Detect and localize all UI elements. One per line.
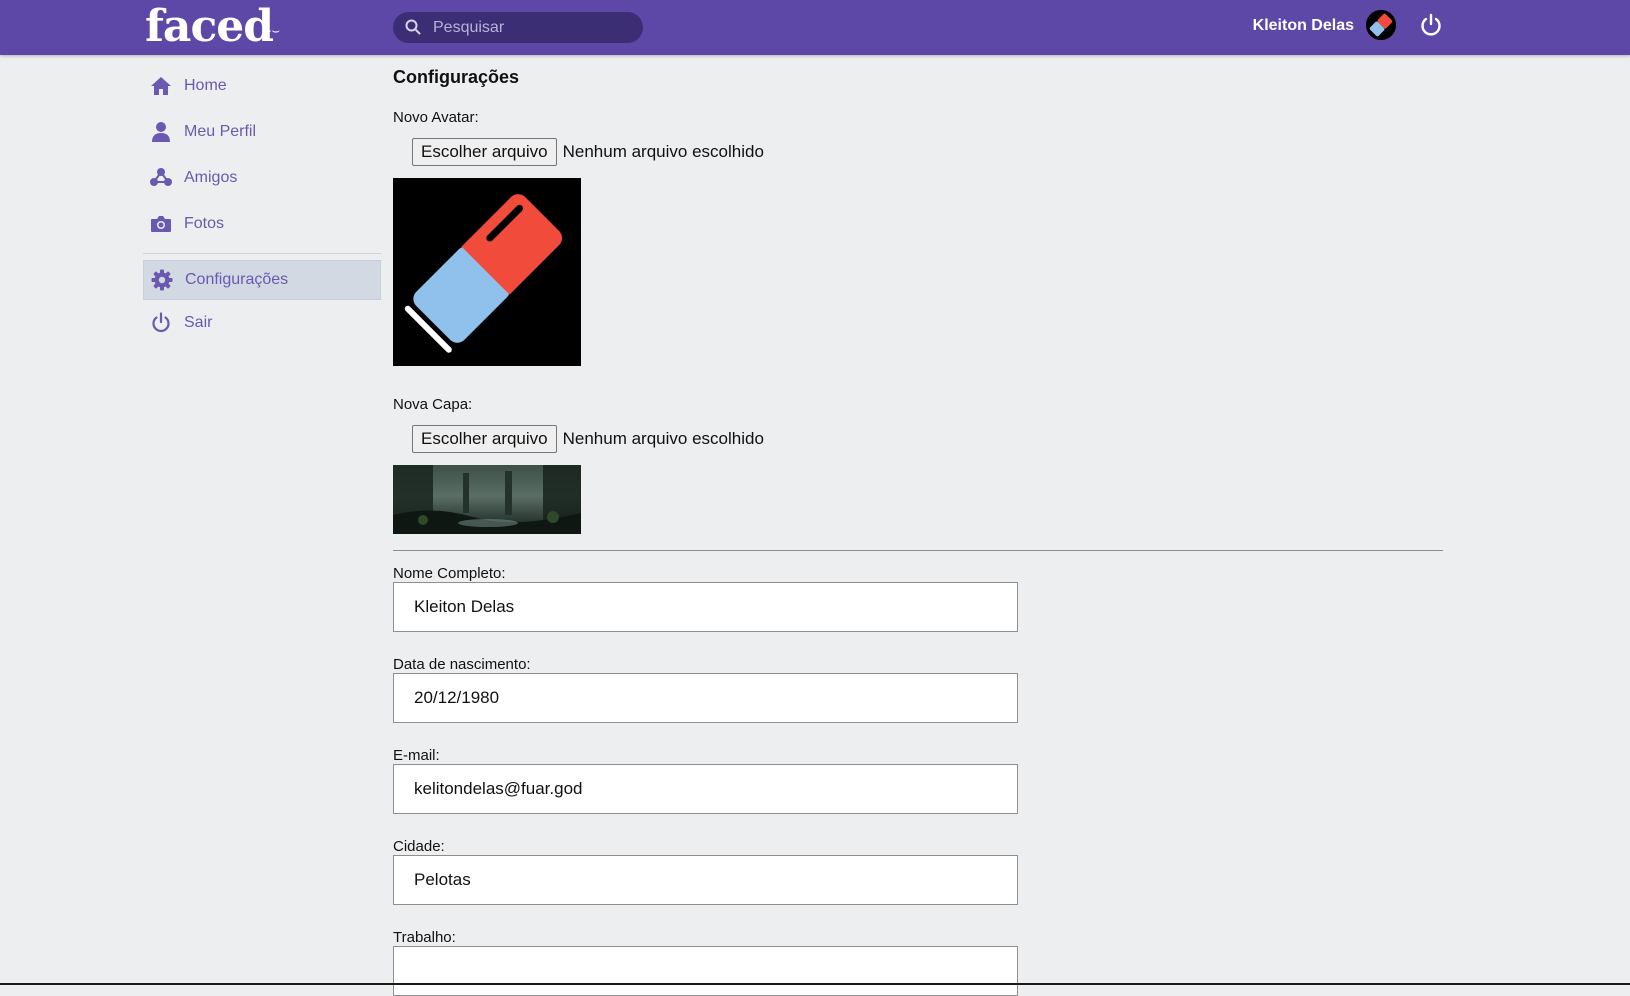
work-input[interactable] [393,946,1018,996]
cover-file-status: Nenhum arquivo escolhido [562,429,764,448]
header-avatar[interactable] [1366,10,1396,40]
power-icon [150,312,172,334]
work-label: Trabalho: [393,929,456,946]
sidebar-item-label: Meu Perfil [184,123,257,140]
sidebar-item-home[interactable]: Home [143,63,381,109]
sidebar-divider [143,253,381,254]
user-icon [150,121,172,143]
header-user-name[interactable]: Kleiton Delas [1253,17,1354,35]
avatar-label: Novo Avatar: [393,109,479,126]
city-label: Cidade: [393,838,445,855]
sidebar-item-label: Fotos [184,215,225,232]
field-birth-date: Data de nascimento: [393,656,1443,723]
cover-preview-image [393,465,581,534]
eraser-avatar-image [1366,10,1396,40]
sidebar-item-label: Configurações [185,271,289,288]
sidebar: Home Meu Perfil Amigos Fotos Configuraçõ… [143,63,381,346]
full-name-label: Nome Completo: [393,565,506,582]
cover-label: Nova Capa: [393,396,473,413]
sidebar-item-settings[interactable]: Configurações [143,260,381,300]
search-icon [405,19,421,35]
birth-date-label: Data de nascimento: [393,656,531,673]
settings-main: Configurações Novo Avatar: Escolher arqu… [393,63,1443,996]
email-label: E-mail: [393,747,440,764]
sidebar-item-label: Home [184,77,227,94]
field-email: E-mail: [393,747,1443,814]
field-work: Trabalho: [393,929,1443,996]
field-full-name: Nome Completo: [393,565,1443,632]
cover-choose-file-button[interactable]: Escolher arquivo [412,425,557,453]
full-name-input[interactable] [393,582,1018,632]
home-icon [150,75,172,97]
sidebar-item-logout[interactable]: Sair [143,300,381,346]
avatar-preview-image [393,178,581,366]
field-city: Cidade: [393,838,1443,905]
email-input[interactable] [393,764,1018,814]
sidebar-item-label: Amigos [184,169,238,186]
gear-icon [151,269,173,291]
friends-icon [150,167,172,189]
page-title: Configurações [393,67,520,87]
section-divider [393,550,1443,551]
logout-power-icon[interactable] [1420,13,1442,37]
sidebar-item-photos[interactable]: Fotos [143,201,381,247]
avatar-choose-file-button[interactable]: Escolher arquivo [412,138,557,166]
camera-icon [150,213,172,235]
faced-logo[interactable]: faced [145,2,274,52]
sidebar-item-label: Sair [184,314,213,331]
search-box[interactable] [393,12,643,43]
sidebar-item-profile[interactable]: Meu Perfil [143,109,381,155]
city-input[interactable] [393,855,1018,905]
birth-date-input[interactable] [393,673,1018,723]
cover-file-input[interactable]: Escolher arquivo Nenhum arquivo escolhid… [412,425,1443,453]
logo-smile-icon: ⌣⌣ [263,24,281,39]
sidebar-item-friends[interactable]: Amigos [143,155,381,201]
top-bar: faced ⌣⌣ Kleiton Delas [0,0,1630,55]
avatar-file-status: Nenhum arquivo escolhido [562,142,764,161]
avatar-file-input[interactable]: Escolher arquivo Nenhum arquivo escolhid… [412,138,1443,166]
search-input[interactable] [431,16,635,40]
